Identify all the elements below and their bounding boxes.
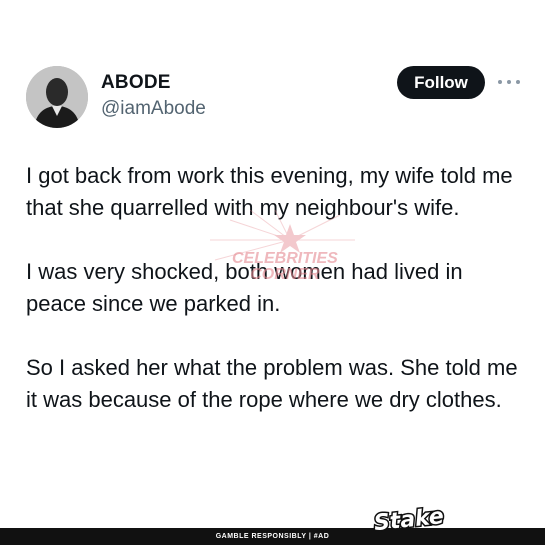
avatar[interactable]	[26, 66, 88, 128]
tweet-text: I got back from work this evening, my wi…	[26, 160, 526, 448]
tweet-paragraph: I was very shocked, both women had lived…	[26, 259, 463, 316]
dot	[507, 80, 511, 84]
tweet-card: ABODE @iamAbode Follow I got back from w…	[0, 0, 545, 528]
dot	[516, 80, 520, 84]
ad-footer-bar: GAMBLE RESPONSIBLY | #AD	[0, 528, 545, 545]
more-horizontal-icon[interactable]	[498, 72, 520, 92]
follow-button[interactable]: Follow	[397, 66, 485, 99]
dot	[498, 80, 502, 84]
avatar-image	[26, 66, 88, 128]
gamble-responsibly-text: GAMBLE RESPONSIBLY | #AD	[215, 533, 330, 540]
tweet-paragraph: I got back from work this evening, my wi…	[26, 163, 513, 220]
user-handle[interactable]: @iamAbode	[101, 98, 206, 120]
display-name[interactable]: ABODE	[101, 72, 171, 94]
tweet-paragraph: So I asked her what the problem was. She…	[26, 355, 518, 412]
